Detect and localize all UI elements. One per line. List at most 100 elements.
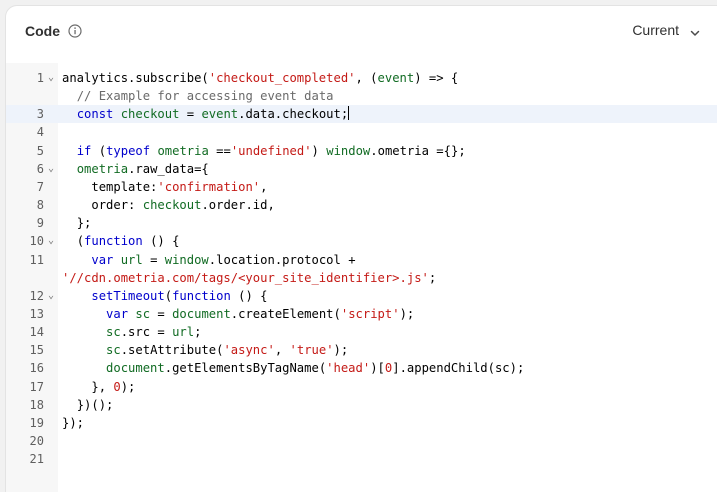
code-text: template:'confirmation', [62,178,267,196]
code-token: ; [194,325,202,340]
code-line[interactable]: 7 template:'confirmation', [6,178,717,196]
code-token: // Example for accessing event data [76,89,334,104]
code-token: .createElement( [230,306,341,321]
code-token: window [326,143,371,158]
line-number: 12 [29,288,44,303]
code-token: ); [333,343,349,358]
code-token: url [120,252,143,267]
code-line[interactable]: 18 })(); [6,396,717,414]
line-number: 14 [29,325,44,340]
code-token: .setAttribute( [120,343,224,358]
code-line[interactable]: 10 ⌄ (function () { [6,232,717,250]
code-token: sc [135,306,151,321]
code-text: order: checkout.order.id, [62,196,274,214]
code-token: typeof [106,143,158,158]
line-number: 8 [36,198,44,213]
code-line[interactable]: 11 var url = window.location.protocol + [6,251,717,269]
code-token: url [172,325,195,340]
line-number: 11 [29,252,44,267]
code-token: ometria [157,143,209,158]
code-line[interactable]: 16 document.getElementsByTagName('head')… [6,359,717,377]
line-number: 13 [29,306,44,321]
code-line[interactable]: 9 }; [6,214,717,232]
code-token: document [172,306,231,321]
code-token: = [179,107,202,122]
code-token: 'script' [340,306,400,321]
code-token: .ometria ={}; [370,143,466,158]
code-token: '//cdn.ometria.com/tags/<your_site_ident… [62,270,429,285]
code-token: function [172,288,231,303]
version-selector[interactable]: Current [632,22,679,38]
chevron-down-icon[interactable] [689,26,701,38]
code-text: sc.src = url; [62,323,201,341]
code-token: var [106,306,136,321]
code-token: ( [91,143,107,158]
line-number: 7 [36,179,44,194]
code-token: document [106,361,165,376]
code-line[interactable]: 17 }, 0); [6,378,717,396]
fold-chevron-icon[interactable]: ⌄ [48,160,56,178]
code-line[interactable]: 19}); [6,414,717,432]
code-line[interactable]: // Example for accessing event data [6,87,717,105]
code-token: 'true' [289,343,334,358]
panel-header: Code Current [6,6,717,58]
code-token: , [274,343,290,358]
code-line[interactable]: 12 ⌄ setTimeout(function () { [6,287,717,305]
code-token: ); [399,306,415,321]
line-number: 20 [29,434,44,448]
line-number: 6 [36,161,44,176]
code-token: 'async' [223,343,275,358]
code-line[interactable]: 8 order: checkout.order.id, [6,196,717,214]
line-number: 18 [29,397,44,412]
code-line[interactable]: 1 ⌄ analytics.subscribe('checkout_complete… [6,69,717,87]
code-token: 'undefined' [230,143,312,158]
line-number: 3 [36,107,44,122]
code-token: sc [106,343,121,358]
code-text: analytics.subscribe('checkout_completed'… [62,69,458,87]
code-token: event [377,71,415,85]
code-token: ( [164,288,173,303]
code-panel: Code Current 1 ⌄ analytics.subscribe('chec… [5,5,717,492]
code-token: }; [76,216,92,231]
code-line[interactable]: 3 const checkout = event.data.checkout; [6,105,717,124]
code-token: 'head' [326,361,371,376]
code-token: var [91,252,121,267]
panel-title: Code [25,23,60,39]
code-line[interactable]: '//cdn.ometria.com/tags/<your_site_ident… [6,269,717,287]
line-number: 4 [36,125,44,140]
code-text: // Example for accessing event data [62,87,334,105]
fold-chevron-icon[interactable]: ⌄ [48,287,56,305]
info-icon[interactable] [68,24,82,38]
code-token: analytics.subscribe( [62,71,209,85]
fold-chevron-icon[interactable]: ⌄ [48,69,56,87]
code-line[interactable]: 6 ⌄ ometria.raw_data={ [6,160,717,178]
code-line[interactable]: 20 [6,432,717,450]
code-text: }, 0); [62,378,135,396]
code-text: sc.setAttribute('async', 'true'); [62,341,348,359]
code-token: () { [142,234,180,249]
code-text: ometria.raw_data={ [62,160,209,178]
code-token: .data.checkout; [238,107,349,122]
code-text: setTimeout(function () { [62,287,267,305]
fold-chevron-icon[interactable]: ⌄ [48,232,56,250]
code-line[interactable]: 5 if (typeof ometria =='undefined') wind… [6,142,717,160]
code-text: }); [62,414,84,432]
code-token: const [76,107,121,122]
code-line[interactable]: 21 [6,450,717,468]
code-text: '//cdn.ometria.com/tags/<your_site_ident… [62,269,436,287]
code-token: checkout [120,107,180,122]
code-line[interactable]: 15 sc.setAttribute('async', 'true'); [6,341,717,359]
code-token: window [164,252,209,267]
code-token: )[ [370,361,385,376]
code-line[interactable]: 14 sc.src = url; [6,323,717,341]
code-token: 'confirmation' [157,179,261,194]
line-number: 17 [29,379,44,394]
code-text: (function () { [62,232,180,250]
line-number: 1 [36,71,44,85]
code-text: var sc = document.createElement('script'… [62,305,414,323]
code-line[interactable]: 4 [6,123,717,141]
code-editor[interactable]: 1 ⌄ analytics.subscribe('checkout_complete… [6,63,717,492]
code-text: document.getElementsByTagName('head')[0]… [62,359,524,377]
code-line[interactable]: 13 var sc = document.createElement('scri… [6,305,717,323]
code-token: , [260,179,268,194]
